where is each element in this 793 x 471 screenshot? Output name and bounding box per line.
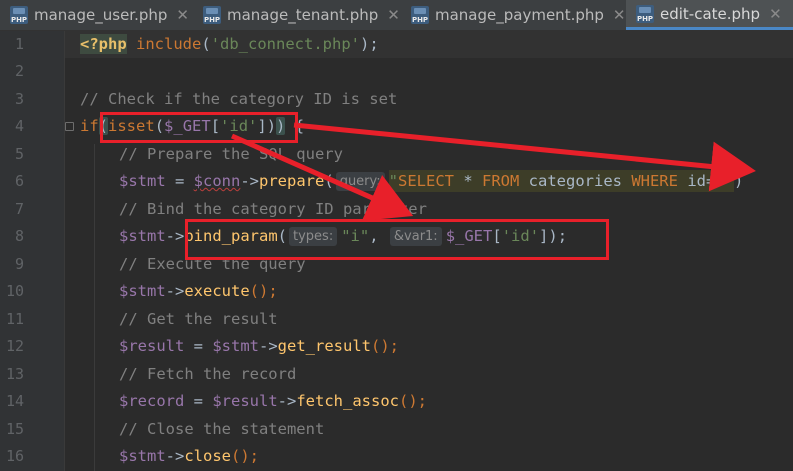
annotation-arrows <box>230 122 756 221</box>
arrow-to-bind-param <box>230 133 414 221</box>
arrow-to-sql-param <box>293 122 756 192</box>
